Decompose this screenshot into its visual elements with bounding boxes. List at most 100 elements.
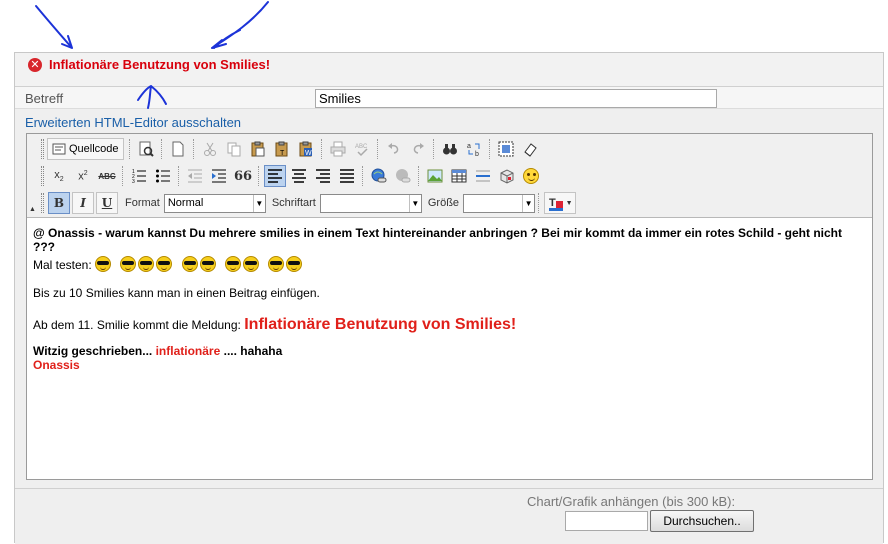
paste-text-button[interactable]: T: [271, 138, 293, 160]
replace-button[interactable]: ab: [463, 138, 485, 160]
horizontal-rule-button[interactable]: [472, 165, 494, 187]
horizontal-rule-icon: [476, 170, 490, 182]
align-right-button[interactable]: [312, 165, 334, 187]
text-color-button[interactable]: T ▼: [544, 192, 577, 214]
cool-smiley-icon: [268, 256, 285, 272]
toolbar-grip: [41, 166, 44, 186]
content-test-label: Mal testen:: [33, 258, 92, 272]
svg-text:b: b: [475, 151, 479, 157]
bold-button[interactable]: B: [48, 192, 70, 214]
insert-image-button[interactable]: [424, 165, 446, 187]
content-message-prefix: Ab dem 11. Smilie kommt die Meldung:: [33, 318, 241, 332]
new-page-icon: [172, 141, 184, 157]
svg-text:T: T: [549, 197, 556, 209]
redo-icon: [413, 143, 424, 154]
bold-icon: B: [53, 196, 65, 210]
align-left-button[interactable]: [264, 165, 286, 187]
paste-button[interactable]: [247, 138, 269, 160]
spellcheck-button[interactable]: ABC: [351, 138, 373, 160]
bullet-list-button[interactable]: [152, 165, 174, 187]
align-justify-icon: [340, 169, 354, 183]
toggle-html-editor-link[interactable]: Erweiterten HTML-Editor ausschalten: [25, 115, 241, 130]
copy-button[interactable]: [223, 138, 245, 160]
error-icon: ✕: [28, 58, 42, 72]
superscript-icon: x2: [78, 169, 88, 183]
content-line-question: @ Onassis - warum kannst Du mehrere smil…: [33, 226, 843, 254]
toolbar-separator: [362, 166, 364, 186]
toolbar-separator: [128, 139, 131, 159]
toolbar-separator: [178, 166, 180, 186]
align-justify-button[interactable]: [336, 165, 358, 187]
insert-table-button[interactable]: [448, 165, 470, 187]
chevron-down-icon: ▼: [408, 194, 421, 212]
cool-smiley-icon: [286, 256, 303, 272]
toolbar-grip: [41, 139, 44, 159]
format-select-value: Normal: [167, 196, 204, 209]
special-char-button[interactable]: [496, 165, 518, 187]
attachment-file-input[interactable]: [565, 511, 648, 531]
toolbar-grip: [41, 193, 44, 213]
format-select[interactable]: Normal ▼: [163, 193, 266, 213]
numbered-list-icon: 123: [132, 169, 146, 184]
html-editor: Quellcode T W ABC ab x2 x2 ABC 1 2 3 66 …: [26, 133, 873, 480]
source-icon: [52, 143, 66, 155]
chevron-down-icon: ▼: [252, 194, 265, 212]
new-page-button[interactable]: [167, 138, 189, 160]
font-select[interactable]: ▼: [319, 193, 422, 213]
italic-button[interactable]: I: [72, 192, 94, 214]
insert-smiley-button[interactable]: [520, 165, 542, 187]
underline-icon: U: [101, 196, 113, 210]
underline-button[interactable]: U: [96, 192, 118, 214]
remove-link-button[interactable]: [392, 165, 414, 187]
outdent-icon: [188, 169, 202, 183]
redo-button[interactable]: [407, 138, 429, 160]
toolbar-separator: [122, 166, 124, 186]
blockquote-button[interactable]: 66: [232, 165, 254, 187]
align-center-button[interactable]: [288, 165, 310, 187]
toolbar-separator: [320, 139, 323, 159]
attachment-label: Chart/Grafik anhängen (bis 300 kB):: [527, 494, 736, 509]
svg-text:3: 3: [132, 179, 135, 184]
collapse-toolbar-icon[interactable]: ▲: [29, 206, 36, 213]
error-message: Inflationäre Benutzung von Smilies!: [49, 57, 271, 72]
source-button-label: Quellcode: [69, 143, 119, 155]
quote-icon: 66: [233, 168, 253, 184]
subject-input[interactable]: [315, 89, 717, 108]
remove-format-button[interactable]: [519, 138, 541, 160]
content-joke-prefix: Witzig geschrieben...: [33, 344, 153, 358]
find-button[interactable]: [439, 138, 461, 160]
select-all-button[interactable]: [495, 138, 517, 160]
smiley-icon: [523, 168, 539, 184]
spellcheck-icon: ABC: [355, 144, 368, 157]
smiley-row: [95, 256, 304, 272]
insert-link-button[interactable]: [368, 165, 390, 187]
post-form-panel: ✕ Inflationäre Benutzung von Smilies! Be…: [14, 52, 884, 544]
indent-button[interactable]: [208, 165, 230, 187]
superscript-button[interactable]: x2: [72, 165, 94, 187]
italic-icon: I: [80, 196, 86, 210]
content-joke-red: inflationäre: [155, 344, 221, 358]
undo-button[interactable]: [383, 138, 405, 160]
subscript-button[interactable]: x2: [48, 165, 70, 187]
paste-word-button[interactable]: W: [295, 138, 317, 160]
content-message-highlight: Inflationäre Benutzung von Smilies!: [244, 316, 517, 333]
numbered-list-button[interactable]: 123: [128, 165, 150, 187]
strikethrough-button[interactable]: ABC: [96, 165, 118, 187]
browse-button[interactable]: Durchsuchen..: [650, 510, 754, 532]
size-select[interactable]: ▼: [463, 193, 536, 213]
editor-toolbar: Quellcode T W ABC ab x2 x2 ABC 1 2 3 66 …: [27, 134, 872, 218]
content-signature: Onassis: [33, 358, 80, 372]
cool-smiley-icon: [181, 256, 198, 272]
link-icon: [371, 168, 387, 183]
undo-icon: [387, 143, 398, 154]
preview-button[interactable]: [135, 138, 157, 160]
paste-icon: [251, 141, 265, 157]
outdent-button[interactable]: [184, 165, 206, 187]
chevron-down-icon: ▼: [565, 199, 573, 207]
subject-label: Betreff: [25, 91, 64, 106]
cut-button[interactable]: [199, 138, 221, 160]
source-button[interactable]: Quellcode: [47, 138, 124, 160]
image-icon: [427, 169, 443, 183]
print-button[interactable]: [327, 138, 349, 160]
error-message-row: ✕ Inflationäre Benutzung von Smilies!: [15, 53, 883, 87]
